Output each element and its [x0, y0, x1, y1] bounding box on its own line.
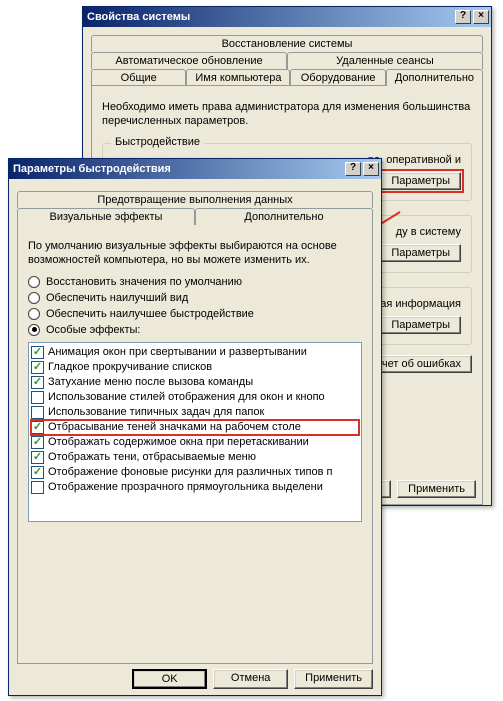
checkbox-icon[interactable] [31, 361, 44, 374]
effect-label: Использование типичных задач для папок [48, 406, 264, 418]
tab-computer-name[interactable]: Имя компьютера [186, 69, 290, 86]
window-title: Свойства системы [87, 11, 453, 23]
checkbox-icon[interactable] [31, 376, 44, 389]
apply-button[interactable]: Применить [294, 669, 373, 689]
effect-label: Отображать тени, отбрасываемые меню [48, 451, 256, 463]
radio-label: Восстановить значения по умолчанию [46, 276, 242, 288]
checkbox-icon[interactable] [31, 406, 44, 419]
tab-row: Восстановление системы [91, 35, 483, 52]
dialog-footer: OK Отмена Применить [17, 669, 373, 689]
startup-settings-button[interactable]: Параметры [380, 316, 461, 334]
tab-row: Общие Имя компьютера Оборудование Дополн… [91, 69, 483, 86]
tab-auto-updates[interactable]: Автоматическое обновление [91, 52, 287, 69]
radio-option[interactable]: Обеспечить наилучший вид [28, 292, 362, 304]
checkbox-icon[interactable] [31, 421, 44, 434]
effect-item[interactable]: Отображать содержимое окна при перетаски… [31, 435, 359, 450]
effect-label: Анимация окон при свертывании и разверты… [48, 346, 307, 358]
checkbox-icon[interactable] [31, 466, 44, 479]
tab-advanced[interactable]: Дополнительно [386, 69, 483, 86]
effect-label: Отображение фоновые рисунки для различны… [48, 466, 332, 478]
effect-label: Гладкое прокручивание списков [48, 361, 212, 373]
tab-general[interactable]: Общие [91, 69, 186, 86]
radio-option[interactable]: Особые эффекты: [28, 324, 362, 336]
effect-label: Использование стилей отображения для око… [48, 391, 325, 403]
tab-remote[interactable]: Удаленные сеансы [287, 52, 483, 69]
ok-button[interactable]: OK [132, 669, 207, 689]
tab-panel-visual-effects: По умолчанию визуальные эффекты выбирают… [17, 224, 373, 664]
help-button[interactable]: ? [345, 162, 361, 176]
titlebar[interactable]: Параметры быстродействия ? × [9, 159, 381, 179]
cancel-button[interactable]: Отмена [213, 669, 288, 689]
radio-label: Обеспечить наилучшее быстродействие [46, 308, 254, 320]
radio-group: Восстановить значения по умолчанию Обеспе… [28, 276, 362, 336]
radio-icon [28, 292, 40, 304]
tab-row: Визуальные эффекты Дополнительно [17, 208, 373, 225]
window-body: Предотвращение выполнения данных Визуаль… [9, 179, 381, 695]
effects-listbox[interactable]: Анимация окон при свертывании и разверты… [28, 342, 362, 522]
window-title: Параметры быстродействия [13, 163, 343, 175]
tab-row: Предотвращение выполнения данных [17, 191, 373, 208]
tab-dep[interactable]: Предотвращение выполнения данных [17, 191, 373, 208]
checkbox-icon[interactable] [31, 481, 44, 494]
checkbox-icon[interactable] [31, 346, 44, 359]
radio-option[interactable]: Обеспечить наилучшее быстродействие [28, 308, 362, 320]
radio-icon [28, 324, 40, 336]
effect-item[interactable]: Использование типичных задач для папок [31, 405, 359, 420]
tab-hardware[interactable]: Оборудование [290, 69, 385, 86]
radio-icon [28, 276, 40, 288]
checkbox-icon[interactable] [31, 451, 44, 464]
tab-advanced[interactable]: Дополнительно [195, 208, 373, 225]
effect-item[interactable]: Анимация окон при свертывании и разверты… [31, 345, 359, 360]
admin-note: Необходимо иметь права администратора дл… [102, 100, 472, 129]
close-button[interactable]: × [363, 162, 379, 176]
checkbox-icon[interactable] [31, 436, 44, 449]
effect-item[interactable]: Отображение фоновые рисунки для различны… [31, 465, 359, 480]
radio-option[interactable]: Восстановить значения по умолчанию [28, 276, 362, 288]
effect-item[interactable]: Отбрасывание теней значками на рабочем с… [31, 420, 359, 435]
effect-label: Отбрасывание теней значками на рабочем с… [48, 421, 301, 433]
effect-item[interactable]: Использование стилей отображения для око… [31, 390, 359, 405]
radio-icon [28, 308, 40, 320]
tab-visual-effects[interactable]: Визуальные эффекты [17, 208, 195, 225]
effect-label: Отображать содержимое окна при перетаски… [48, 436, 309, 448]
performance-settings-button[interactable]: Параметры [380, 172, 461, 190]
tab-system-restore[interactable]: Восстановление системы [91, 35, 483, 52]
radio-label: Особые эффекты: [46, 324, 140, 336]
performance-options-window: Параметры быстродействия ? × Предотвраще… [8, 158, 382, 696]
close-button[interactable]: × [473, 10, 489, 24]
effect-label: Затухание меню после вызова команды [48, 376, 253, 388]
apply-button[interactable]: Применить [397, 480, 476, 498]
effect-item[interactable]: Отображать тени, отбрасываемые меню [31, 450, 359, 465]
visual-effects-intro: По умолчанию визуальные эффекты выбирают… [28, 239, 362, 268]
effect-item[interactable]: Гладкое прокручивание списков [31, 360, 359, 375]
help-button[interactable]: ? [455, 10, 471, 24]
tab-row: Автоматическое обновление Удаленные сеан… [91, 52, 483, 69]
group-legend: Быстродействие [111, 136, 204, 148]
profiles-settings-button[interactable]: Параметры [380, 244, 461, 262]
titlebar[interactable]: Свойства системы ? × [83, 7, 491, 27]
effect-item[interactable]: Затухание меню после вызова команды [31, 375, 359, 390]
radio-label: Обеспечить наилучший вид [46, 292, 188, 304]
effect-item[interactable]: Отображение прозрачного прямоугольника в… [31, 480, 359, 495]
checkbox-icon[interactable] [31, 391, 44, 404]
effect-label: Отображение прозрачного прямоугольника в… [48, 481, 323, 493]
